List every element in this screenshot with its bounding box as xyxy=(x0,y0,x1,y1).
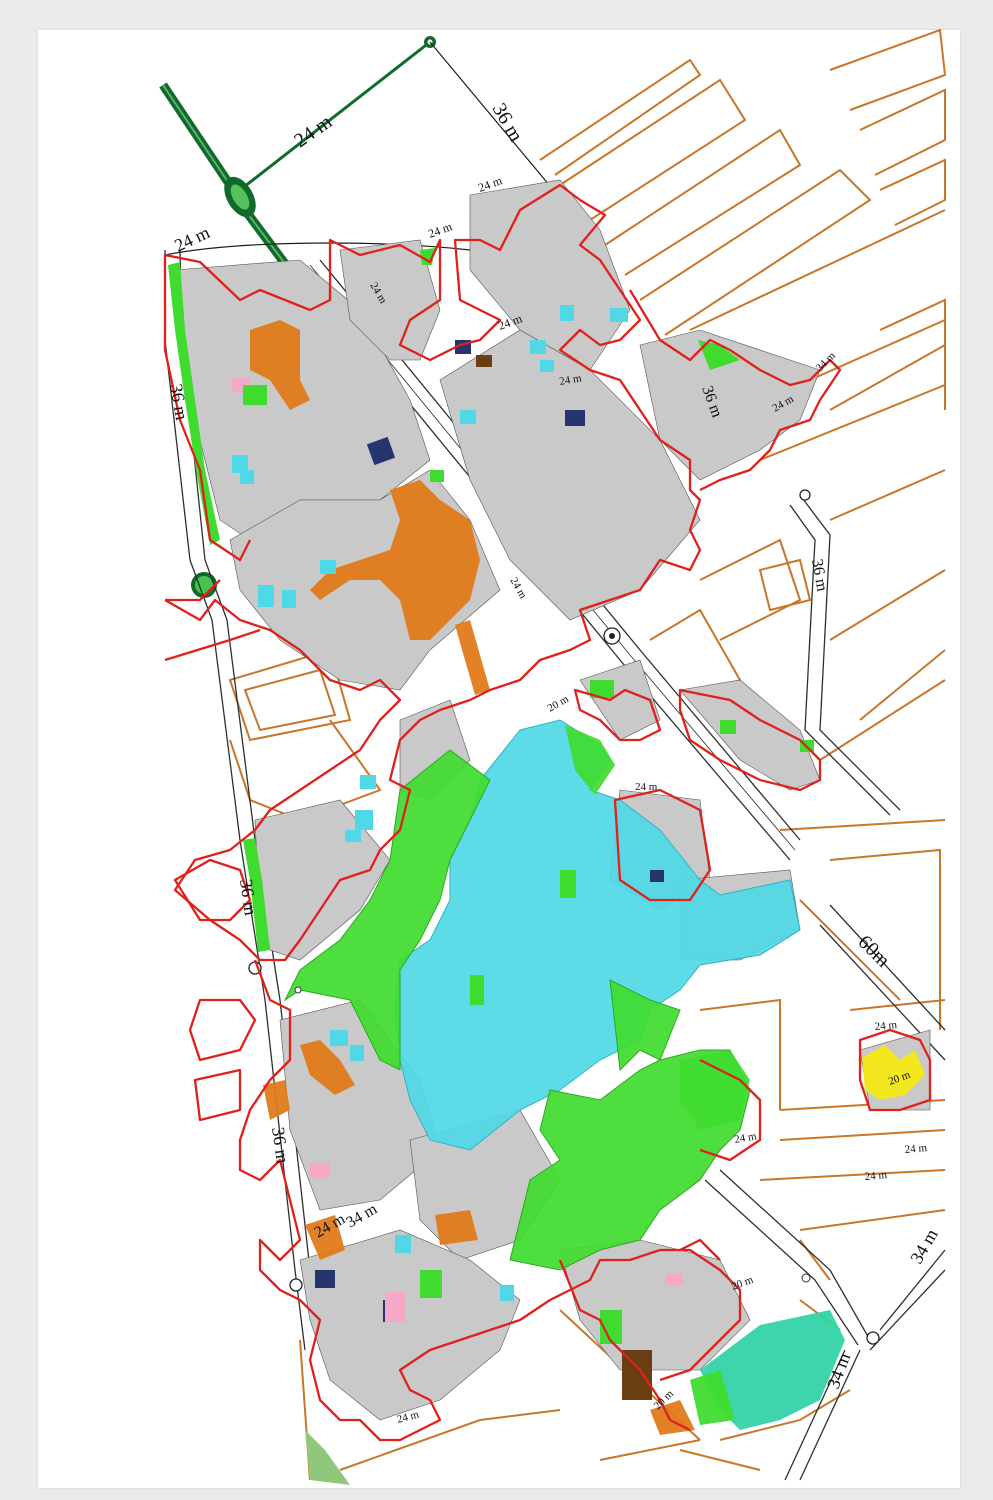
religious-plot xyxy=(476,355,492,367)
green-plot xyxy=(243,385,267,405)
future-road xyxy=(759,1169,946,1181)
road-label: 24 m xyxy=(426,219,454,241)
block-group-south3 xyxy=(559,1239,751,1371)
health-plot xyxy=(665,1273,683,1285)
road-label: 34 m xyxy=(814,350,839,375)
public-service-plot xyxy=(315,1270,335,1288)
future-road xyxy=(779,819,946,831)
future-road xyxy=(859,649,946,721)
future-road xyxy=(758,558,812,612)
green-strip xyxy=(305,1430,350,1485)
green-plot xyxy=(720,720,736,734)
green-plot xyxy=(470,975,484,1005)
road-label: 36 m xyxy=(268,1126,293,1165)
road-label: 20 m xyxy=(730,1274,755,1293)
green-plot xyxy=(560,870,576,898)
green-plot xyxy=(420,1270,442,1298)
block-group-south2 xyxy=(299,1229,521,1421)
public-service-plot xyxy=(650,870,664,882)
future-road xyxy=(829,344,946,411)
future-road xyxy=(829,469,946,521)
future-road xyxy=(539,58,702,176)
east-60m-road xyxy=(829,904,946,1031)
future-road xyxy=(229,739,301,821)
boundary-outline xyxy=(188,998,257,1062)
commercial-zone xyxy=(455,620,490,695)
road-label: 36 m xyxy=(808,558,830,593)
boundary-outline xyxy=(164,628,261,662)
road-label: 24 m xyxy=(874,1019,898,1033)
future-road xyxy=(639,168,872,336)
future-road xyxy=(559,78,747,221)
health-plot xyxy=(385,1292,405,1322)
health-plot xyxy=(310,1163,330,1177)
future-road xyxy=(779,1129,946,1141)
future-road xyxy=(829,569,946,641)
future-road xyxy=(243,668,337,732)
future-road xyxy=(604,128,802,276)
image-viewer: 24 m 36 m 24 m 36 m 36 m 36 m 36 m 36 m … xyxy=(0,0,993,1500)
block-group-east-annex xyxy=(679,679,821,791)
public-service-plot xyxy=(565,410,585,426)
future-road xyxy=(339,1409,561,1471)
road-label: 20 m xyxy=(546,693,572,715)
urban-plan-map[interactable]: 24 m 36 m 24 m 36 m 36 m 36 m 36 m 36 m … xyxy=(0,0,993,1500)
green-plot xyxy=(430,470,444,482)
future-road xyxy=(699,538,802,641)
road-label: 24 m xyxy=(864,1169,888,1183)
future-road xyxy=(599,1439,701,1461)
road-label: 36 m xyxy=(488,100,528,147)
boundary-outline xyxy=(193,1068,242,1122)
future-road xyxy=(879,298,946,410)
road-label: 24 m xyxy=(635,781,658,793)
future-road xyxy=(689,209,946,331)
future-road xyxy=(859,88,946,176)
road-label: 24 m xyxy=(904,1142,928,1156)
road-label: 24 m xyxy=(507,576,529,602)
future-road xyxy=(679,1449,761,1471)
